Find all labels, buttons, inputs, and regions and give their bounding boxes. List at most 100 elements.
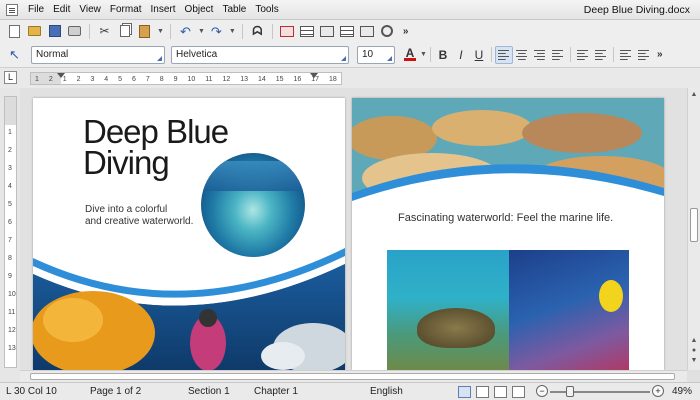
zoom-in-button[interactable]: + [652,385,664,397]
toolbar-separator [89,23,90,39]
next-page-icon[interactable]: ▼ [689,356,699,366]
coral-diver-photo[interactable] [33,98,345,370]
page-mode-view-button[interactable] [458,386,471,398]
open-button[interactable] [26,23,43,40]
page-2[interactable]: Fascinating waterworld: Feel the marine … [352,98,664,370]
zoom-level[interactable]: 49% [672,386,692,397]
horizontal-ruler[interactable]: 1 2 1 2 3 4 5 6 7 8 9 10 11 12 13 14 15 16 17 18 [30,72,342,85]
undo-dropdown-icon[interactable]: ▼ [198,28,205,35]
vertical-scrollbar[interactable]: ▲ ▲ ● ▼ [687,88,700,370]
continuous-view-button[interactable] [476,386,489,398]
numbered-list-icon [577,49,589,60]
increase-indent-button[interactable] [635,46,653,64]
insert-picture-button[interactable] [319,23,336,40]
master-view-button[interactable] [512,386,525,398]
decrease-indent-button[interactable] [617,46,635,64]
justify-icon [552,49,564,60]
paste-button[interactable] [136,23,153,40]
italic-button[interactable]: I [452,46,470,64]
turtle-photo[interactable] [387,250,509,370]
copy-button[interactable] [116,23,133,40]
horizontal-scrollbar[interactable] [20,370,687,382]
menu-view[interactable]: View [79,4,101,15]
formatting-overflow-button[interactable]: » [657,49,663,60]
menu-object[interactable]: Object [185,4,214,15]
vertical-scroll-thumb[interactable] [690,208,698,242]
font-size-select[interactable]: 10 [357,45,395,64]
zoom-button[interactable] [379,23,396,40]
menu-insert[interactable]: Insert [151,4,176,15]
tropical-fish-photo[interactable] [509,250,629,370]
font-color-button[interactable]: A [401,46,419,64]
new-document-button[interactable] [6,23,23,40]
vruler-tick-label: 1 [8,129,12,136]
right-indent-marker[interactable] [310,73,318,78]
magnifier-icon [381,25,394,37]
vruler-tick-label: 8 [8,255,12,262]
previous-page-icon[interactable]: ▲ [689,336,699,346]
cut-button[interactable]: ✂ [96,23,113,40]
ruler-tick-label: 4 [104,76,109,83]
redo-button[interactable]: ↷ [208,23,225,40]
vertical-ruler[interactable]: 1 2 3 4 5 6 7 8 9 10 11 12 13 [4,96,17,368]
paste-icon [139,24,150,38]
menu-file[interactable]: File [28,4,44,15]
menu-table[interactable]: Table [222,4,246,15]
font-color-dropdown-icon[interactable]: ▼ [420,51,427,58]
paragraph-style-select[interactable]: Normal [31,45,165,64]
page-caption[interactable]: Fascinating waterworld: Feel the marine … [398,212,613,224]
horizontal-scroll-thumb[interactable] [30,373,675,380]
document-workspace[interactable]: Deep Blue Diving Dive into a colorful an… [20,88,687,370]
decrease-indent-icon [620,49,632,60]
align-center-button[interactable] [513,46,531,64]
toolbar-overflow-button[interactable]: » [403,26,409,37]
ruler-tick-label: 10 [187,76,196,83]
ruler-tick-label: 13 [240,76,248,83]
ruler-row: L 1 2 1 2 3 4 5 6 7 8 9 10 11 12 13 14 15 16 17 18 [0,68,700,88]
menu-tools[interactable]: Tools [255,4,278,15]
toolbar-separator [429,47,431,62]
ruler-tick-label: 7 [145,76,150,83]
underline-button[interactable]: U [470,46,488,64]
draft-view-button[interactable] [494,386,507,398]
language-indicator[interactable]: English [370,386,403,397]
print-button[interactable] [66,23,83,40]
insert-chart-button[interactable] [339,23,356,40]
insert-table-icon [280,25,295,37]
align-right-button[interactable] [531,46,549,64]
bullet-list-button[interactable] [592,46,610,64]
zoom-out-button[interactable]: − [536,385,548,397]
first-line-indent-marker[interactable] [57,73,65,78]
app-menu-icon[interactable] [6,3,18,16]
page-1[interactable]: Deep Blue Diving Dive into a colorful an… [33,98,345,370]
zoom-slider-knob[interactable] [566,386,574,397]
paste-dropdown-icon[interactable]: ▼ [157,28,164,35]
undo-button[interactable]: ↶ [177,23,194,40]
dropdown-arrow-icon [387,55,392,61]
redo-dropdown-icon[interactable]: ▼ [229,28,236,35]
menu-edit[interactable]: Edit [53,4,70,15]
page-browse-icon[interactable]: ● [689,346,699,356]
insert-table-button[interactable] [279,23,296,40]
scissors-icon: ✂ [99,24,110,38]
insert-object-button[interactable] [359,23,376,40]
chapter-indicator: Chapter 1 [254,386,298,397]
tab-type-button[interactable]: L [4,71,17,84]
font-name-select[interactable]: Helvetica [171,45,349,64]
insert-frame-button[interactable] [299,23,316,40]
bold-button[interactable]: B [434,46,452,64]
find-button[interactable]: ᗣ [249,23,266,40]
font-size-value: 10 [362,49,374,60]
page-indicator[interactable]: Page 1 of 2 [90,386,141,397]
select-mode-button[interactable]: ↖ [6,46,23,63]
save-button[interactable] [46,23,63,40]
zoom-slider[interactable] [550,391,650,393]
scroll-up-icon[interactable]: ▲ [689,90,699,100]
justify-button[interactable] [549,46,567,64]
numbered-list-button[interactable] [574,46,592,64]
align-left-button[interactable] [494,45,513,64]
undo-icon: ↶ [179,23,191,39]
menu-format[interactable]: Format [110,4,142,15]
align-center-icon [516,49,528,60]
ruler-tick-label: 14 [257,76,266,83]
